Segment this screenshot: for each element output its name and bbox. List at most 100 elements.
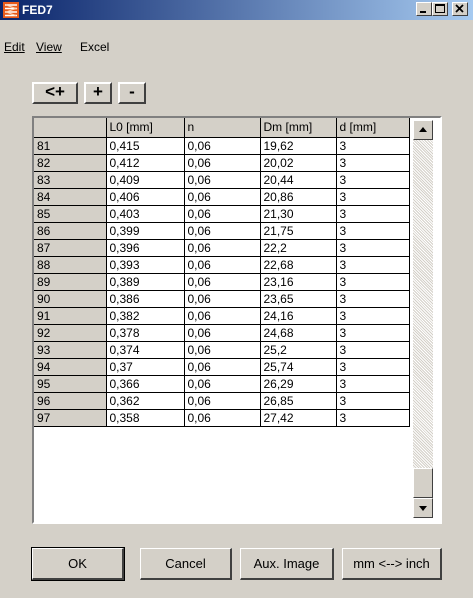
dm-cell[interactable]: 27,42 xyxy=(260,409,337,427)
d-cell[interactable]: 3 xyxy=(336,273,410,291)
d-cell[interactable]: 3 xyxy=(336,222,410,240)
dm-cell[interactable]: 23,16 xyxy=(260,273,337,291)
add-row-button[interactable]: + xyxy=(84,82,112,104)
n-cell[interactable]: 0,06 xyxy=(184,392,261,410)
n-cell[interactable]: 0,06 xyxy=(184,239,261,257)
l0-cell[interactable]: 0,366 xyxy=(106,375,185,393)
column-header-n[interactable]: n xyxy=(184,118,261,138)
dm-cell[interactable]: 24,16 xyxy=(260,307,337,325)
d-cell[interactable]: 3 xyxy=(336,392,410,410)
n-cell[interactable]: 0,06 xyxy=(184,205,261,223)
n-cell[interactable]: 0,06 xyxy=(184,222,261,240)
d-cell[interactable]: 3 xyxy=(336,324,410,342)
row-number[interactable]: 94 xyxy=(34,358,107,376)
dm-cell[interactable]: 26,85 xyxy=(260,392,337,410)
column-header-l0[interactable]: L0 [mm] xyxy=(106,118,185,138)
column-header-d[interactable]: d [mm] xyxy=(336,118,410,138)
vertical-scrollbar[interactable] xyxy=(413,120,433,518)
row-number[interactable]: 97 xyxy=(34,409,107,427)
row-number[interactable]: 86 xyxy=(34,222,107,240)
scroll-up-button[interactable] xyxy=(413,120,433,140)
l0-cell[interactable]: 0,399 xyxy=(106,222,185,240)
aux-image-button[interactable]: Aux. Image xyxy=(240,548,334,580)
d-cell[interactable]: 3 xyxy=(336,358,410,376)
row-number[interactable]: 88 xyxy=(34,256,107,274)
dm-cell[interactable]: 25,2 xyxy=(260,341,337,359)
d-cell[interactable]: 3 xyxy=(336,154,410,172)
l0-cell[interactable]: 0,386 xyxy=(106,290,185,308)
n-cell[interactable]: 0,06 xyxy=(184,341,261,359)
l0-cell[interactable]: 0,415 xyxy=(106,137,185,155)
dm-cell[interactable]: 20,02 xyxy=(260,154,337,172)
dm-cell[interactable]: 19,62 xyxy=(260,137,337,155)
row-number[interactable]: 84 xyxy=(34,188,107,206)
n-cell[interactable]: 0,06 xyxy=(184,171,261,189)
l0-cell[interactable]: 0,374 xyxy=(106,341,185,359)
d-cell[interactable]: 3 xyxy=(336,290,410,308)
insert-row-before-button[interactable]: <+ xyxy=(32,82,78,104)
menu-excel[interactable]: Excel xyxy=(80,40,109,54)
d-cell[interactable]: 3 xyxy=(336,256,410,274)
n-cell[interactable]: 0,06 xyxy=(184,256,261,274)
dm-cell[interactable]: 26,29 xyxy=(260,375,337,393)
row-number[interactable]: 87 xyxy=(34,239,107,257)
row-number[interactable]: 85 xyxy=(34,205,107,223)
scroll-down-button[interactable] xyxy=(413,498,433,518)
maximize-button[interactable] xyxy=(432,2,448,16)
d-cell[interactable]: 3 xyxy=(336,171,410,189)
l0-cell[interactable]: 0,37 xyxy=(106,358,185,376)
cancel-button[interactable]: Cancel xyxy=(140,548,232,580)
scroll-thumb[interactable] xyxy=(413,468,433,498)
row-number[interactable]: 90 xyxy=(34,290,107,308)
n-cell[interactable]: 0,06 xyxy=(184,273,261,291)
l0-cell[interactable]: 0,412 xyxy=(106,154,185,172)
n-cell[interactable]: 0,06 xyxy=(184,154,261,172)
l0-cell[interactable]: 0,409 xyxy=(106,171,185,189)
n-cell[interactable]: 0,06 xyxy=(184,137,261,155)
dm-cell[interactable]: 21,75 xyxy=(260,222,337,240)
d-cell[interactable]: 3 xyxy=(336,137,410,155)
row-number[interactable]: 89 xyxy=(34,273,107,291)
menu-view[interactable]: View xyxy=(36,40,62,54)
row-number[interactable]: 93 xyxy=(34,341,107,359)
n-cell[interactable]: 0,06 xyxy=(184,290,261,308)
n-cell[interactable]: 0,06 xyxy=(184,188,261,206)
d-cell[interactable]: 3 xyxy=(336,375,410,393)
l0-cell[interactable]: 0,403 xyxy=(106,205,185,223)
d-cell[interactable]: 3 xyxy=(336,188,410,206)
row-number[interactable]: 95 xyxy=(34,375,107,393)
dm-cell[interactable]: 20,86 xyxy=(260,188,337,206)
d-cell[interactable]: 3 xyxy=(336,239,410,257)
l0-cell[interactable]: 0,393 xyxy=(106,256,185,274)
d-cell[interactable]: 3 xyxy=(336,341,410,359)
dm-cell[interactable]: 23,65 xyxy=(260,290,337,308)
l0-cell[interactable]: 0,406 xyxy=(106,188,185,206)
d-cell[interactable]: 3 xyxy=(336,307,410,325)
column-header-dm[interactable]: Dm [mm] xyxy=(260,118,337,138)
n-cell[interactable]: 0,06 xyxy=(184,375,261,393)
dm-cell[interactable]: 21,30 xyxy=(260,205,337,223)
dm-cell[interactable]: 24,68 xyxy=(260,324,337,342)
dm-cell[interactable]: 25,74 xyxy=(260,358,337,376)
d-cell[interactable]: 3 xyxy=(336,409,410,427)
dm-cell[interactable]: 20,44 xyxy=(260,171,337,189)
close-button[interactable] xyxy=(452,2,468,16)
minimize-button[interactable] xyxy=(416,2,432,16)
mm-inch-toggle-button[interactable]: mm <--> inch xyxy=(342,548,442,580)
row-number[interactable]: 92 xyxy=(34,324,107,342)
title-bar[interactable]: FED7 xyxy=(0,0,473,20)
row-number[interactable]: 96 xyxy=(34,392,107,410)
n-cell[interactable]: 0,06 xyxy=(184,409,261,427)
l0-cell[interactable]: 0,358 xyxy=(106,409,185,427)
row-number[interactable]: 83 xyxy=(34,171,107,189)
l0-cell[interactable]: 0,396 xyxy=(106,239,185,257)
dm-cell[interactable]: 22,68 xyxy=(260,256,337,274)
n-cell[interactable]: 0,06 xyxy=(184,358,261,376)
d-cell[interactable]: 3 xyxy=(336,205,410,223)
n-cell[interactable]: 0,06 xyxy=(184,307,261,325)
ok-button[interactable]: OK xyxy=(31,547,125,581)
l0-cell[interactable]: 0,362 xyxy=(106,392,185,410)
menu-edit[interactable]: Edit xyxy=(4,40,25,54)
l0-cell[interactable]: 0,382 xyxy=(106,307,185,325)
row-number[interactable]: 81 xyxy=(34,137,107,155)
